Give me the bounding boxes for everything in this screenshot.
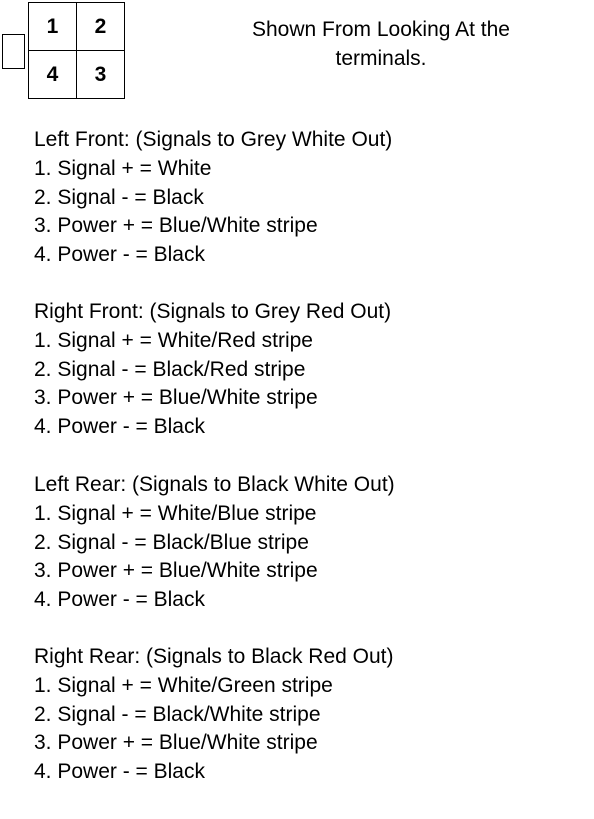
wire-line: 1. Signal + = White/Blue stripe [34,501,317,525]
pin-1: 1 [29,3,77,51]
wire-line: 1. Signal + = White/Green stripe [34,673,333,697]
section-right-rear: Right Rear: (Signals to Black Red Out) 1… [34,643,393,787]
section-title: Left Rear: (Signals to Black White Out) [34,473,395,496]
wire-line: 2. Signal - = Black/Blue stripe [34,530,309,554]
wire-line: 4. Power - = Black [34,588,205,612]
pin-3: 3 [94,62,107,86]
pin-2: 2 [77,3,124,51]
wire-line: 4. Power - = Black [34,243,205,267]
wire-line: 3. Power + = Blue/White stripe [34,386,318,410]
wire-line: 1. Signal + = White [34,156,212,180]
section-title: Left Front: (Signals to Grey White Out) [34,128,393,151]
pin-4: 4 [29,51,77,98]
wire-line: 3. Power + = Blue/White stripe [34,559,318,583]
wire-line: 4. Power - = Black [34,760,205,784]
section-right-front: Right Front: (Signals to Grey Red Out) 1… [34,298,391,442]
connector-latch-tab [2,34,25,69]
wire-line: 2. Signal - = Black [34,185,204,209]
diagram-caption: Shown From Looking At the terminals. [220,15,542,73]
wire-line: 1. Signal + = White/Red stripe [34,328,313,352]
section-left-rear: Left Rear: (Signals to Black White Out) … [34,471,395,615]
wire-line: 2. Signal - = Black/Red stripe [34,357,306,381]
section-left-front: Left Front: (Signals to Grey White Out) … [34,126,392,270]
section-title: Right Rear: (Signals to Black Red Out) [34,645,394,668]
caption-line-1: Shown From Looking At the [252,18,510,41]
section-title: Right Front: (Signals to Grey Red Out) [34,300,392,323]
wire-line: 3. Power + = Blue/White stripe [34,214,318,238]
connector-pin-grid: 1 2 4 3 [28,2,125,99]
wire-line: 3. Power + = Blue/White stripe [34,731,318,755]
wire-line: 2. Signal - = Black/White stripe [34,702,321,726]
wire-line: 4. Power - = Black [34,415,205,439]
caption-line-2: terminals. [335,47,427,70]
